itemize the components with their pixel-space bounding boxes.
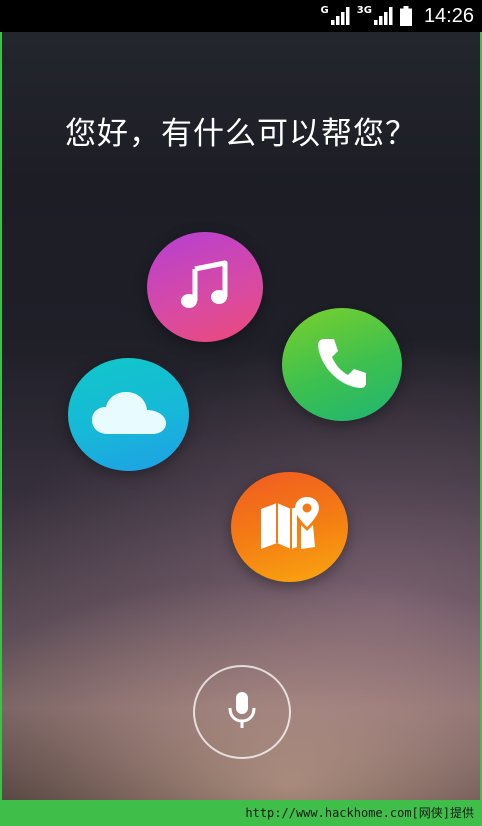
voice-assistant-screen: 您好，有什么可以帮您？: [2, 32, 480, 800]
phone-icon: [312, 333, 372, 397]
map-shortcut-button[interactable]: [231, 472, 348, 582]
signal-strength-icon: [330, 7, 351, 25]
watermark-bar: http://www.hackhome.com[网侠]提供: [0, 800, 482, 826]
signal-strength-icon-secondary: [373, 7, 394, 25]
status-icons: G 3G 14:26: [321, 3, 474, 29]
map-pin-icon: [257, 495, 323, 559]
status-bar: G 3G 14:26: [0, 0, 482, 32]
battery-icon: [399, 6, 412, 26]
status-time: 14:26: [423, 4, 474, 27]
microphone-icon: [225, 690, 259, 734]
device-frame: G 3G 14:26 您好，有什么可以帮您？ http://www.hackho…: [0, 0, 482, 826]
cloud-shortcut-button[interactable]: [68, 358, 189, 471]
network-type-label-secondary: 3G: [356, 5, 372, 16]
cloud-icon: [90, 388, 168, 442]
phone-shortcut-button[interactable]: [282, 308, 402, 421]
assistant-greeting: 您好，有什么可以帮您？: [65, 116, 417, 152]
music-note-icon: [175, 255, 235, 319]
music-shortcut-button[interactable]: [147, 232, 263, 342]
watermark-text: http://www.hackhome.com[网侠]提供: [245, 806, 474, 820]
network-type-label: G: [320, 5, 329, 16]
voice-input-button[interactable]: [193, 665, 291, 759]
